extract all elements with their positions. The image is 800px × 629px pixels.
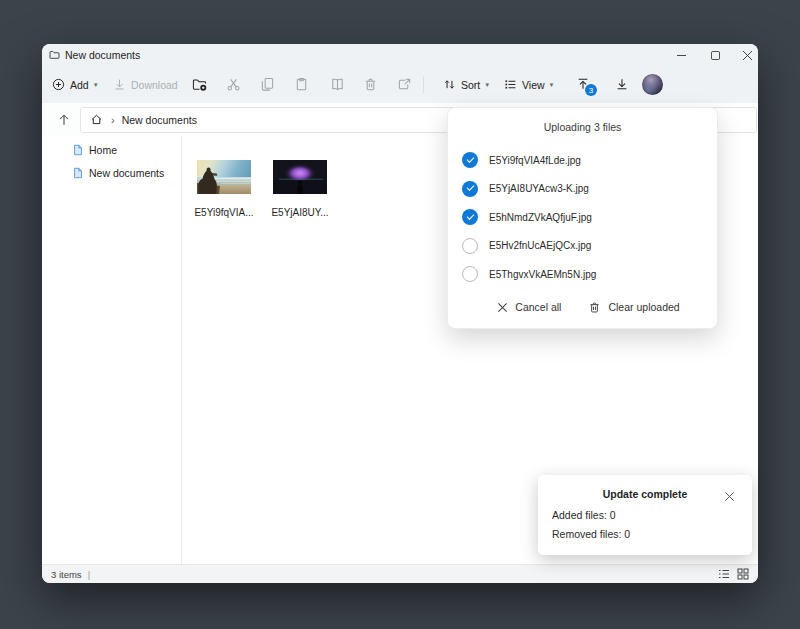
sort-icon [443, 78, 456, 91]
add-caret-icon: ▼ [93, 82, 99, 88]
file-thumbnail [273, 160, 327, 194]
copy-button[interactable] [257, 74, 277, 94]
book-button[interactable] [327, 74, 347, 94]
toast-removed-files: Removed files: 0 [552, 528, 738, 540]
file-tile[interactable]: E5Yi9fqVIA... [186, 160, 262, 218]
sidebar-item-label: New documents [89, 167, 164, 179]
sidebar-item-home[interactable]: Home [42, 138, 181, 161]
check-circle-icon [462, 181, 478, 197]
home-icon [90, 113, 103, 126]
upload-item-name: E5YjAI8UYAcw3-K.jpg [489, 183, 589, 194]
new-folder-icon [192, 77, 207, 92]
file-thumbnail [197, 160, 251, 194]
file-name: E5Yi9fqVIA... [194, 207, 253, 218]
upload-item-name: E5Yi9fqVIA4fLde.jpg [489, 155, 581, 166]
copy-icon [260, 77, 275, 92]
download-button[interactable]: Download [113, 66, 178, 103]
sort-caret-icon: ▼ [484, 82, 490, 88]
breadcrumb-chevron-icon: › [111, 114, 115, 126]
upload-item-name: E5Hv2fnUcAEjQCx.jpg [489, 240, 591, 251]
sidebar: Home New documents [42, 136, 182, 564]
add-label: Add [70, 79, 89, 91]
upload-status-button[interactable]: 3 [573, 73, 593, 95]
check-circle-icon [462, 209, 478, 225]
toolbar-separator [423, 76, 424, 93]
view-caret-icon: ▼ [549, 82, 555, 88]
upload-item[interactable]: E5YjAI8UYAcw3-K.jpg [448, 175, 717, 204]
upload-item[interactable]: E5hNmdZVkAQfjuF.jpg [448, 203, 717, 232]
toast-title: Update complete [552, 488, 724, 500]
trash-icon [363, 77, 378, 92]
sort-label: Sort [461, 79, 480, 91]
toast-close-button[interactable] [724, 488, 738, 502]
file-name: E5YjAI8UY... [271, 207, 328, 218]
thumbnails-view-icon[interactable] [737, 568, 749, 580]
cancel-x-icon [497, 302, 508, 313]
titlebar: New documents [42, 44, 758, 66]
user-avatar[interactable] [642, 74, 663, 95]
upload-panel: Uploading 3 files E5Yi9fqVIA4fLde.jpg E5… [447, 107, 718, 329]
file-tile[interactable]: E5YjAI8UY... [262, 160, 338, 218]
toast-notification: Update complete Added files: 0 Removed f… [538, 475, 752, 555]
upload-count-badge: 3 [585, 84, 597, 96]
download-tray-icon [615, 77, 629, 91]
close-x-icon [724, 491, 735, 502]
cancel-all-button[interactable]: Cancel all [497, 301, 561, 314]
cut-button[interactable] [223, 74, 243, 94]
download-icon [113, 78, 126, 91]
pending-circle-icon [462, 238, 478, 254]
sort-button[interactable]: Sort ▼ [443, 66, 490, 103]
sidebar-item-new-documents[interactable]: New documents [42, 161, 181, 184]
cut-icon [226, 77, 241, 92]
add-button[interactable]: Add ▼ [52, 66, 99, 103]
navigate-up-button[interactable] [51, 107, 77, 133]
statusbar-separator: | [88, 569, 90, 580]
folder-icon [49, 49, 60, 60]
view-label: View [522, 79, 545, 91]
check-circle-icon [462, 152, 478, 168]
upload-panel-title: Uploading 3 files [448, 121, 717, 133]
view-button[interactable]: View ▼ [504, 66, 555, 103]
clear-uploaded-button[interactable]: Clear uploaded [588, 301, 679, 314]
toast-added-files: Added files: 0 [552, 509, 738, 521]
new-folder-button[interactable] [189, 74, 209, 94]
statusbar: 3 items | [42, 564, 758, 583]
document-icon [72, 167, 84, 179]
toolbar: Add ▼ Download Sort [42, 66, 758, 103]
add-icon [52, 78, 65, 91]
minimize-button[interactable] [666, 44, 696, 66]
window-title: New documents [65, 49, 140, 61]
sidebar-item-label: Home [89, 144, 117, 156]
clear-uploaded-label: Clear uploaded [608, 301, 679, 313]
cancel-all-label: Cancel all [515, 301, 561, 313]
document-icon [72, 144, 84, 156]
upload-item-name: E5hNmdZVkAQfjuF.jpg [489, 212, 592, 223]
download-label: Download [131, 79, 178, 91]
upload-item[interactable]: E5Yi9fqVIA4fLde.jpg [448, 146, 717, 175]
pending-circle-icon [462, 266, 478, 282]
paste-button[interactable] [291, 74, 311, 94]
upload-item-name: E5ThgvxVkAEMn5N.jpg [489, 269, 596, 280]
upload-item[interactable]: E5Hv2fnUcAEjQCx.jpg [448, 232, 717, 261]
paste-icon [294, 77, 309, 92]
items-count: 3 items [51, 569, 82, 580]
up-arrow-icon [57, 113, 71, 127]
delete-button[interactable] [360, 74, 380, 94]
share-icon [397, 77, 412, 92]
share-button[interactable] [394, 74, 414, 94]
maximize-button[interactable] [700, 44, 730, 66]
view-icon [504, 78, 517, 91]
breadcrumb[interactable]: New documents [122, 114, 197, 126]
upload-item[interactable]: E5ThgvxVkAEMn5N.jpg [448, 260, 717, 289]
details-view-icon[interactable] [718, 568, 730, 580]
clear-trash-icon [588, 301, 601, 314]
download-status-button[interactable] [612, 74, 632, 94]
book-icon [330, 77, 345, 92]
close-button[interactable] [732, 44, 758, 66]
